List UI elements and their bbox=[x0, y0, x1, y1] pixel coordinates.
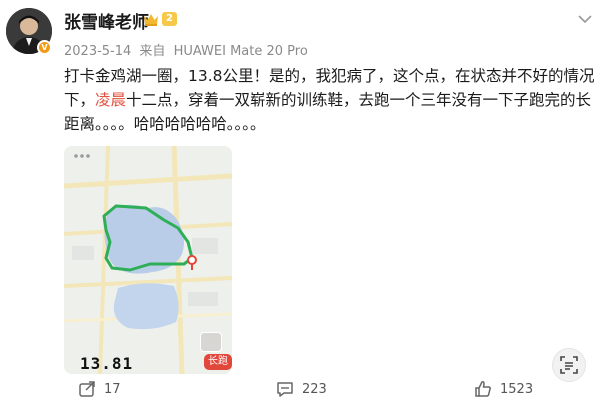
like-button[interactable]: 1523 bbox=[474, 380, 533, 398]
level-badge-value: 2 bbox=[166, 13, 173, 24]
repost-button[interactable]: 17 bbox=[78, 380, 121, 398]
crown-icon bbox=[144, 14, 158, 26]
repost-icon bbox=[79, 381, 95, 397]
level-badge: 2 bbox=[162, 12, 177, 26]
scan-text-icon bbox=[560, 356, 578, 374]
run-distance: 13.81 bbox=[80, 354, 134, 373]
verified-badge-icon: V bbox=[37, 40, 52, 55]
weibo-post: V 张雪峰老师 2 2023-5-14 来自 HUAWEI Mate 20 Pr… bbox=[0, 0, 608, 408]
comment-icon bbox=[277, 382, 293, 397]
comment-count: 223 bbox=[302, 381, 327, 397]
like-count: 1523 bbox=[500, 381, 534, 397]
comment-button[interactable]: 223 bbox=[276, 380, 327, 398]
source-prefix: 来自 bbox=[139, 44, 166, 59]
chevron-down-icon[interactable] bbox=[578, 14, 592, 24]
runner-avatar bbox=[200, 332, 222, 352]
author-badges: 2 bbox=[143, 12, 177, 26]
highlighted-word: 凌晨 bbox=[95, 91, 127, 109]
repost-count: 17 bbox=[104, 381, 121, 397]
post-text: 打卡金鸡湖一圈，13.8公里！是的，我犯病了，这个点，在状态并不好的情况下，凌晨… bbox=[64, 64, 600, 136]
post-text-part-2: 十二点，穿着一双崭新的训练鞋，去跑一个三年没有一下子跑完的长距离。。。。哈哈哈哈… bbox=[64, 91, 592, 133]
device-name: HUAWEI Mate 20 Pro bbox=[173, 44, 308, 59]
post-meta: 2023-5-14 来自 HUAWEI Mate 20 Pro bbox=[64, 40, 312, 59]
run-app-tag: 长跑 bbox=[204, 354, 232, 370]
run-map-image[interactable]: 13.81 长跑 bbox=[64, 146, 232, 374]
author-name[interactable]: 张雪峰老师 bbox=[64, 8, 149, 33]
action-bar: 17 223 1523 bbox=[0, 374, 608, 408]
post-date[interactable]: 2023-5-14 bbox=[64, 44, 131, 59]
thumbs-up-icon bbox=[475, 381, 491, 397]
